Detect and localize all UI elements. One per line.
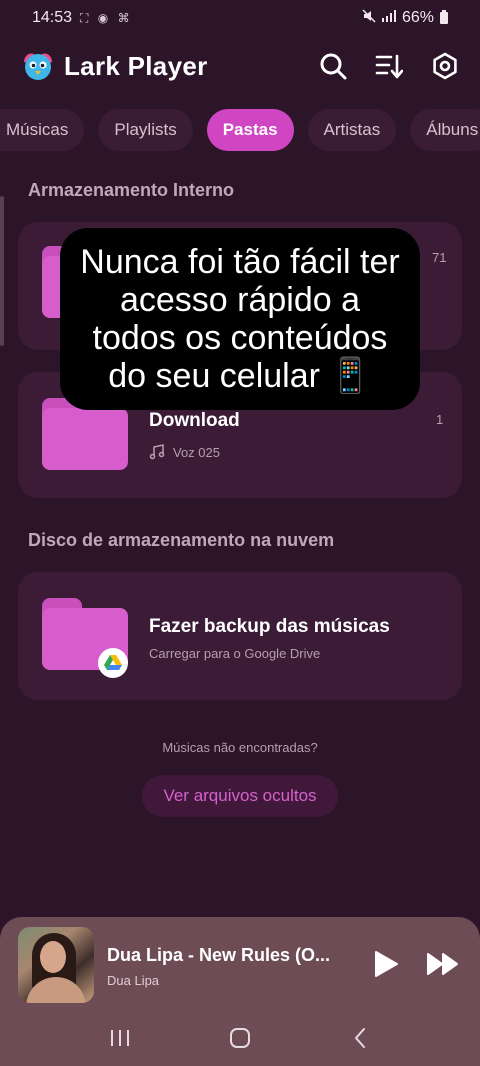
status-right: 66%: [362, 8, 448, 28]
show-hidden-files-button[interactable]: Ver arquivos ocultos: [142, 775, 338, 817]
caption-overlay: Nunca foi tão fácil ter acesso rápido a …: [60, 228, 420, 410]
gear-icon: [433, 52, 457, 80]
category-tabs: Músicas Playlists Pastas Artistas Álbuns: [0, 108, 480, 152]
backup-card[interactable]: Fazer backup das músicas Carregar para o…: [18, 572, 462, 700]
music-note-icon: [149, 444, 165, 460]
tab-artistas[interactable]: Artistas: [307, 109, 397, 151]
mini-player[interactable]: Dua Lipa - New Rules (O... Dua Lipa: [0, 917, 480, 1066]
recents-icon: [111, 1030, 129, 1046]
tab-pastas[interactable]: Pastas: [206, 109, 294, 151]
home-icon: [230, 1028, 250, 1048]
play-button[interactable]: [370, 949, 400, 979]
sort-button[interactable]: [374, 51, 404, 81]
folder-title: Download: [149, 410, 240, 431]
fast-forward-icon: [427, 953, 458, 975]
recent-apps-button[interactable]: [100, 1018, 140, 1058]
mute-icon: [362, 8, 376, 28]
backup-subtitle: Carregar para o Google Drive: [149, 646, 321, 661]
battery-label: 66%: [401, 9, 434, 26]
settings-button[interactable]: [430, 51, 460, 81]
track-title: Dua Lipa - New Rules (O...: [107, 945, 331, 965]
notification-icons: ⛶ ◉ ⌘: [80, 10, 133, 25]
folder-subtitle: Voz 025: [149, 444, 220, 460]
tab-albuns[interactable]: Álbuns: [410, 109, 480, 151]
folder-count: 1: [436, 412, 444, 427]
search-icon: [320, 53, 347, 80]
system-nav-bar: [0, 1010, 480, 1066]
next-button[interactable]: [426, 951, 460, 977]
status-left: 14:53 ⛶ ◉ ⌘: [32, 9, 133, 27]
status-time: 14:53: [32, 9, 73, 26]
home-button[interactable]: [220, 1018, 260, 1058]
backup-title: Fazer backup das músicas: [149, 616, 390, 637]
scroll-indicator[interactable]: [0, 196, 4, 346]
battery-icon: [440, 10, 448, 24]
section-title-cloud: Disco de armazenamento na nuvem: [28, 530, 335, 550]
signal-icon: [381, 9, 396, 27]
lark-logo-icon: [20, 48, 56, 84]
back-button[interactable]: [340, 1018, 380, 1058]
section-title-internal: Armazenamento Interno: [28, 180, 235, 200]
not-found-text: Músicas não encontradas?: [162, 740, 318, 755]
header-actions: [318, 51, 460, 81]
back-icon: [355, 1028, 365, 1048]
google-drive-icon: [98, 648, 128, 678]
folder-subtitle-text: Voz 025: [173, 444, 220, 460]
status-bar: 14:53 ⛶ ◉ ⌘ 66%: [0, 0, 480, 36]
search-button[interactable]: [318, 51, 348, 81]
play-icon: [375, 951, 398, 977]
track-artist: Dua Lipa: [107, 973, 160, 988]
app-title: Lark Player: [64, 50, 208, 81]
folder-count: 71: [432, 250, 447, 265]
app-header: Lark Player: [0, 40, 480, 92]
tab-musicas[interactable]: Músicas: [0, 109, 85, 151]
album-art[interactable]: [18, 927, 94, 1003]
tab-playlists[interactable]: Playlists: [98, 109, 193, 151]
sort-icon: [375, 54, 403, 79]
